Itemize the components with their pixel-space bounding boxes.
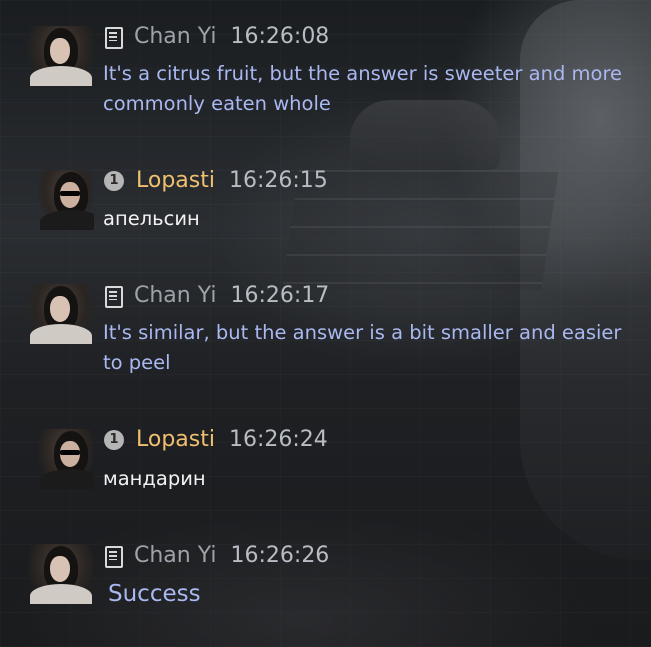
- scroll-icon: [104, 545, 123, 568]
- message-header: 1 Lopasti 16:26:24: [104, 425, 328, 455]
- scroll-icon: [104, 26, 123, 49]
- speaker-name[interactable]: Lopasti: [136, 425, 215, 455]
- speaker-name[interactable]: Lopasti: [136, 166, 215, 196]
- avatar[interactable]: [28, 544, 94, 604]
- message-header: Chan Yi 16:26:26: [104, 541, 329, 571]
- timestamp: 16:26:17: [230, 283, 330, 308]
- chat-log[interactable]: Chan Yi 16:26:08 It's a citrus fruit, bu…: [0, 0, 651, 647]
- timestamp: 16:26:24: [228, 427, 328, 452]
- badge-icon: 1: [104, 430, 124, 450]
- timestamp: 16:26:26: [230, 543, 330, 568]
- message-text: Success: [108, 581, 201, 607]
- timestamp: 16:26:08: [230, 24, 330, 49]
- message-text: It's a citrus fruit, but the answer is s…: [103, 62, 623, 115]
- message-text: It's similar, but the answer is a bit sm…: [103, 321, 622, 374]
- message-header: Chan Yi 16:26:08: [104, 22, 329, 52]
- timestamp: 16:26:15: [228, 168, 328, 193]
- speaker-name[interactable]: Chan Yi: [134, 22, 217, 52]
- scroll-icon: [104, 285, 123, 308]
- avatar[interactable]: [38, 429, 94, 489]
- message-text: апельсин: [103, 207, 200, 230]
- message-header: 1 Lopasti 16:26:15: [104, 166, 328, 196]
- avatar[interactable]: [28, 26, 94, 86]
- speaker-name[interactable]: Chan Yi: [134, 281, 217, 311]
- speaker-name[interactable]: Chan Yi: [134, 541, 217, 571]
- badge-icon: 1: [104, 171, 124, 191]
- message-header: Chan Yi 16:26:17: [104, 281, 329, 311]
- avatar[interactable]: [28, 284, 94, 344]
- avatar[interactable]: [38, 170, 94, 230]
- message-text: мандарин: [103, 467, 206, 490]
